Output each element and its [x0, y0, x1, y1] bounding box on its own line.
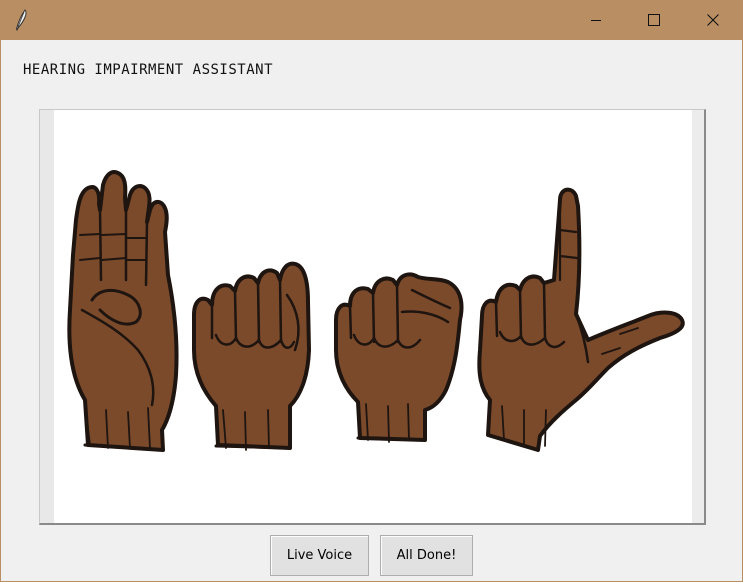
minimize-icon: [590, 11, 602, 30]
title-bar[interactable]: [1, 1, 742, 40]
hand-sign-4: [477, 187, 685, 452]
app-heading: HEARING IMPAIRMENT ASSISTANT: [23, 62, 274, 78]
close-button[interactable]: [684, 1, 742, 40]
minimize-button[interactable]: [567, 1, 625, 40]
all-done-button[interactable]: All Done!: [380, 535, 473, 576]
hand-sign-3: [334, 272, 464, 443]
app-window: HEARING IMPAIRMENT ASSISTANT Live Voice …: [0, 0, 743, 582]
maximize-icon: [648, 11, 660, 30]
maximize-button[interactable]: [625, 1, 683, 40]
close-icon: [707, 11, 719, 30]
live-voice-button[interactable]: Live Voice: [270, 535, 369, 576]
feather-icon: [12, 9, 32, 32]
hand-sign-2: [192, 261, 311, 451]
sign-language-image-panel: [39, 109, 706, 525]
sign-language-hands-image: [67, 170, 685, 452]
hand-sign-1: [67, 170, 179, 452]
